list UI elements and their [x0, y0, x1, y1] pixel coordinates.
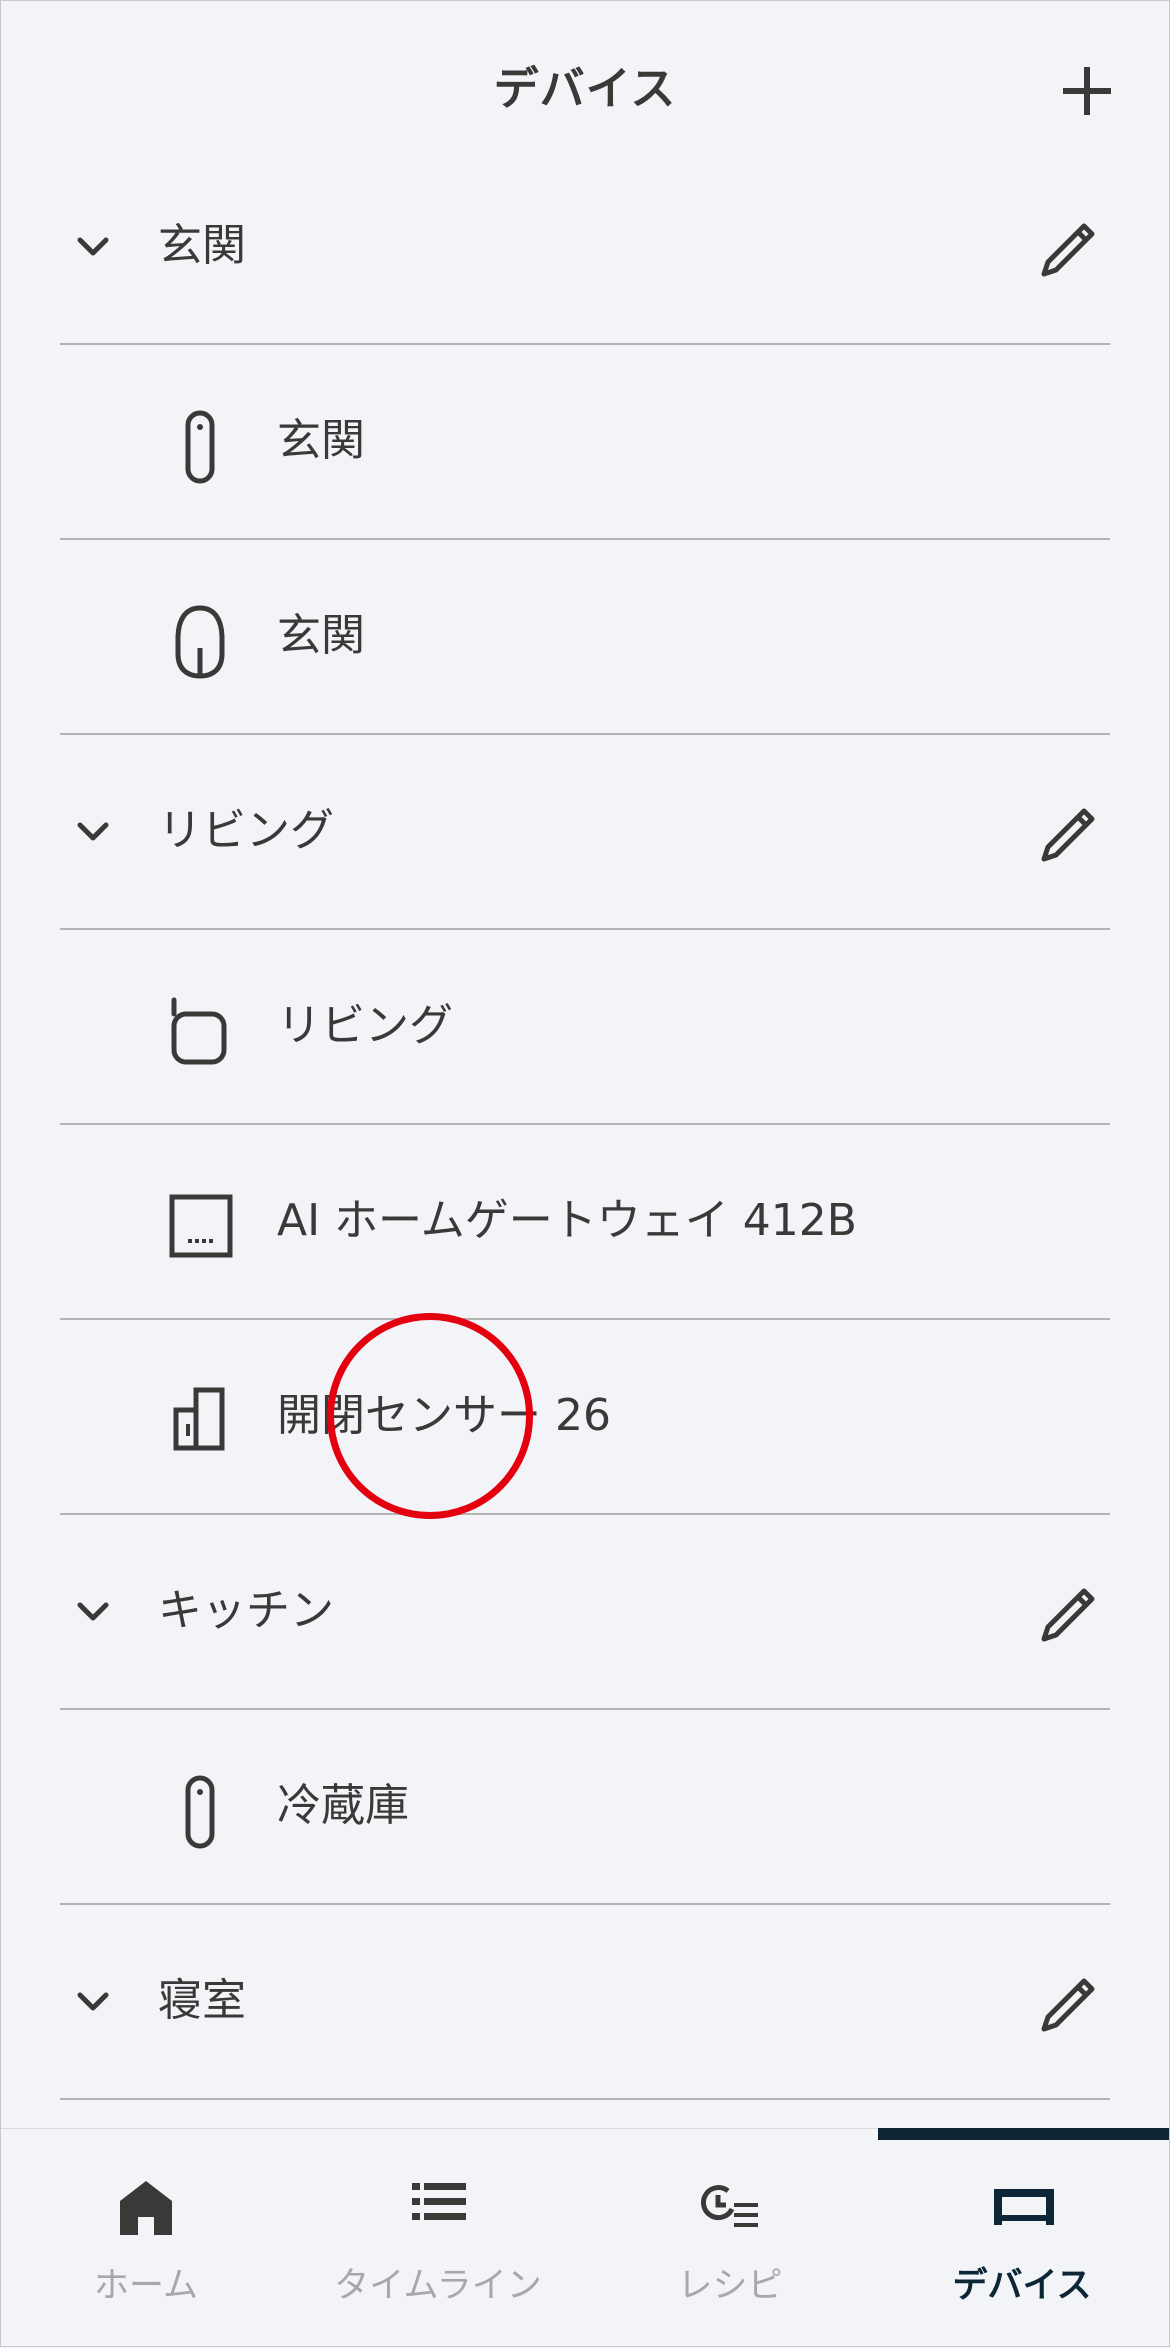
tab-label: タイムライン [334, 2266, 542, 2306]
pencil-icon[interactable] [1030, 791, 1110, 871]
gateway-icon [169, 1194, 233, 1258]
device-row[interactable]: 玄関 [60, 540, 1110, 735]
device-name: 玄関 [277, 415, 365, 466]
motion-sensor-icon [175, 605, 225, 679]
device-name: 開閉センサー 26 [277, 1390, 611, 1441]
room-header-bedroom[interactable]: 寝室 [60, 1905, 1110, 2100]
remote-sensor-icon [185, 1775, 215, 1849]
tab-label: デバイス [952, 2266, 1092, 2306]
header: デバイス [0, 0, 1170, 170]
room-header-kitchen[interactable]: キッチン [60, 1515, 1110, 1710]
room-name: リビング [158, 805, 334, 856]
tab-bar: ホーム タイムライン レシピ デバイス [0, 2128, 1170, 2348]
device-row[interactable]: AI ホームゲートウェイ 412B [60, 1125, 1110, 1320]
device-row[interactable]: リビング [60, 930, 1110, 1125]
recipe-icon [700, 2185, 758, 2227]
tab-timeline[interactable]: タイムライン [292, 2129, 584, 2348]
home-icon [120, 2181, 172, 2235]
room-name: 玄関 [158, 220, 246, 271]
active-tab-indicator [878, 2128, 1170, 2140]
device-icon [994, 2189, 1054, 2225]
room-header-living[interactable]: リビング [60, 735, 1110, 930]
pencil-icon[interactable] [1030, 1571, 1110, 1651]
room-name: 寝室 [158, 1975, 246, 2026]
chevron-down-icon[interactable] [74, 1983, 112, 2021]
device-row[interactable]: 玄関 [60, 345, 1110, 540]
remote-sensor-icon [185, 410, 215, 484]
smart-remote-icon [171, 997, 227, 1065]
device-name: 玄関 [277, 610, 365, 661]
tab-home[interactable]: ホーム [0, 2129, 292, 2348]
device-row[interactable]: 開閉センサー 26 [60, 1320, 1110, 1515]
tab-label: ホーム [94, 2266, 198, 2306]
pencil-icon[interactable] [1030, 206, 1110, 286]
tab-devices[interactable]: デバイス [876, 2129, 1168, 2348]
pencil-icon[interactable] [1030, 1961, 1110, 2041]
chevron-down-icon[interactable] [74, 228, 112, 266]
room-header-entrance[interactable]: 玄関 [60, 150, 1110, 345]
list-icon [412, 2183, 466, 2220]
room-name: キッチン [158, 1585, 334, 1636]
add-device-button[interactable] [1052, 56, 1122, 126]
tab-recipe[interactable]: レシピ [584, 2129, 876, 2348]
device-row[interactable]: 冷蔵庫 [60, 1710, 1110, 1905]
device-name: リビング [277, 1000, 453, 1051]
tab-label: レシピ [677, 2266, 783, 2306]
page-title: デバイス [493, 62, 677, 115]
device-name: 冷蔵庫 [277, 1780, 409, 1831]
chevron-down-icon[interactable] [74, 1593, 112, 1631]
door-sensor-icon [173, 1387, 225, 1451]
device-name: AI ホームゲートウェイ 412B [277, 1195, 857, 1246]
chevron-down-icon[interactable] [74, 813, 112, 851]
